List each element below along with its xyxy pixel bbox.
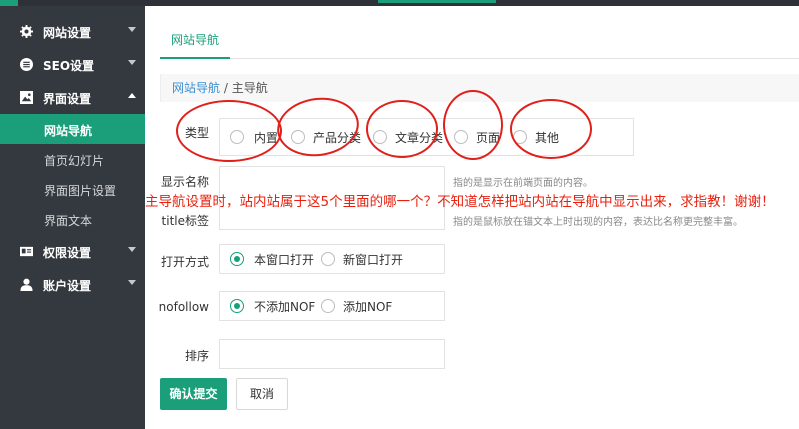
radio-circle-checked[interactable] xyxy=(230,299,244,313)
chevron-down-icon xyxy=(128,27,136,32)
open-mode-radio-group: 本窗口打开 新窗口打开 xyxy=(219,244,445,274)
radio-label: 不添加NOF xyxy=(254,300,316,314)
annotation-circle xyxy=(443,90,503,160)
sidebar-item-label: 网站设置 xyxy=(43,26,92,40)
sort-label: 排序 xyxy=(184,349,209,363)
chevron-up-icon xyxy=(128,93,136,98)
sidebar-item-label: 界面设置 xyxy=(43,92,92,106)
sidebar-sub-item-label: 首页幻灯片 xyxy=(44,154,105,168)
open-mode-label: 打开方式 xyxy=(160,255,209,269)
sidebar-item-account-settings[interactable]: 账户设置 xyxy=(0,268,145,301)
sidebar-sub-item-ui-text[interactable]: 界面文本 xyxy=(0,204,145,234)
radio-circle-checked[interactable] xyxy=(230,252,244,266)
radio-label: 添加NOF xyxy=(343,300,393,314)
title-tag-label: title标签 xyxy=(161,214,209,228)
user-icon xyxy=(20,278,33,291)
display-name-hint: 指的是显示在前端页面的内容。 xyxy=(453,178,593,189)
main-content: 网站导航 网站导航 / 主导航 类型 内置 产品分类 文章分类 页面 其他 显示… xyxy=(145,6,799,429)
chevron-down-icon xyxy=(128,60,136,65)
sidebar-sub-item-home-slides[interactable]: 首页幻灯片 xyxy=(0,144,145,174)
sidebar-item-label: 账户设置 xyxy=(43,279,92,293)
cancel-button[interactable]: 取消 xyxy=(236,378,288,410)
annotation-text: 主导航设置时，站内站属于这5个里面的哪一个？不知道怎样把站内站在导航中显示出来，… xyxy=(145,194,775,210)
tab-bar: 网站导航 xyxy=(160,24,799,59)
radio-label: 新窗口打开 xyxy=(343,253,404,267)
chevron-down-icon xyxy=(128,247,136,252)
annotation-circle xyxy=(510,99,592,159)
breadcrumb-separator: / xyxy=(220,81,232,95)
display-name-label: 显示名称 xyxy=(160,175,209,189)
title-tag-hint: 指的是鼠标放在锚文本上时出现的内容，表达比名称更完整丰富。 xyxy=(453,217,743,228)
nofollow-label: nofollow xyxy=(158,300,209,314)
list-icon xyxy=(20,58,33,71)
gear-icon xyxy=(20,25,33,38)
annotation-circle xyxy=(366,100,438,158)
submit-button[interactable]: 确认提交 xyxy=(160,378,227,410)
sidebar-sub-item-label: 界面图片设置 xyxy=(44,184,117,198)
chevron-down-icon xyxy=(128,280,136,285)
image-icon xyxy=(20,91,33,104)
sidebar-sub-item-ui-images[interactable]: 界面图片设置 xyxy=(0,174,145,204)
radio-circle[interactable] xyxy=(321,252,335,266)
breadcrumb-current: 主导航 xyxy=(231,81,268,95)
sidebar-item-label: SEO设置 xyxy=(43,59,95,73)
top-tab-accent xyxy=(378,0,496,3)
sidebar-item-seo-settings[interactable]: SEO设置 xyxy=(0,48,145,81)
radio-circle[interactable] xyxy=(321,299,335,313)
tab-site-nav[interactable]: 网站导航 xyxy=(160,24,230,59)
sidebar-item-site-settings[interactable]: 网站设置 xyxy=(0,15,145,48)
sidebar-item-permission-settings[interactable]: 权限设置 xyxy=(0,235,145,268)
sidebar-item-label: 权限设置 xyxy=(43,246,92,260)
id-card-icon xyxy=(20,246,33,257)
sidebar-item-ui-settings[interactable]: 界面设置 xyxy=(0,81,145,114)
sidebar-sub-item-label: 网站导航 xyxy=(44,124,93,138)
breadcrumb-link[interactable]: 网站导航 xyxy=(172,81,220,95)
annotation-circle xyxy=(176,100,282,162)
radio-label: 本窗口打开 xyxy=(254,253,315,267)
nofollow-radio-group: 不添加NOF 添加NOF xyxy=(219,291,445,321)
sidebar: 网站设置 SEO设置 界面设置 网站导航 首页幻灯片 界面图片设置 界面文本 权… xyxy=(0,6,145,429)
sidebar-sub-item-site-nav[interactable]: 网站导航 xyxy=(0,114,145,144)
sidebar-sub-item-label: 界面文本 xyxy=(44,214,93,228)
sort-input[interactable] xyxy=(219,339,445,369)
